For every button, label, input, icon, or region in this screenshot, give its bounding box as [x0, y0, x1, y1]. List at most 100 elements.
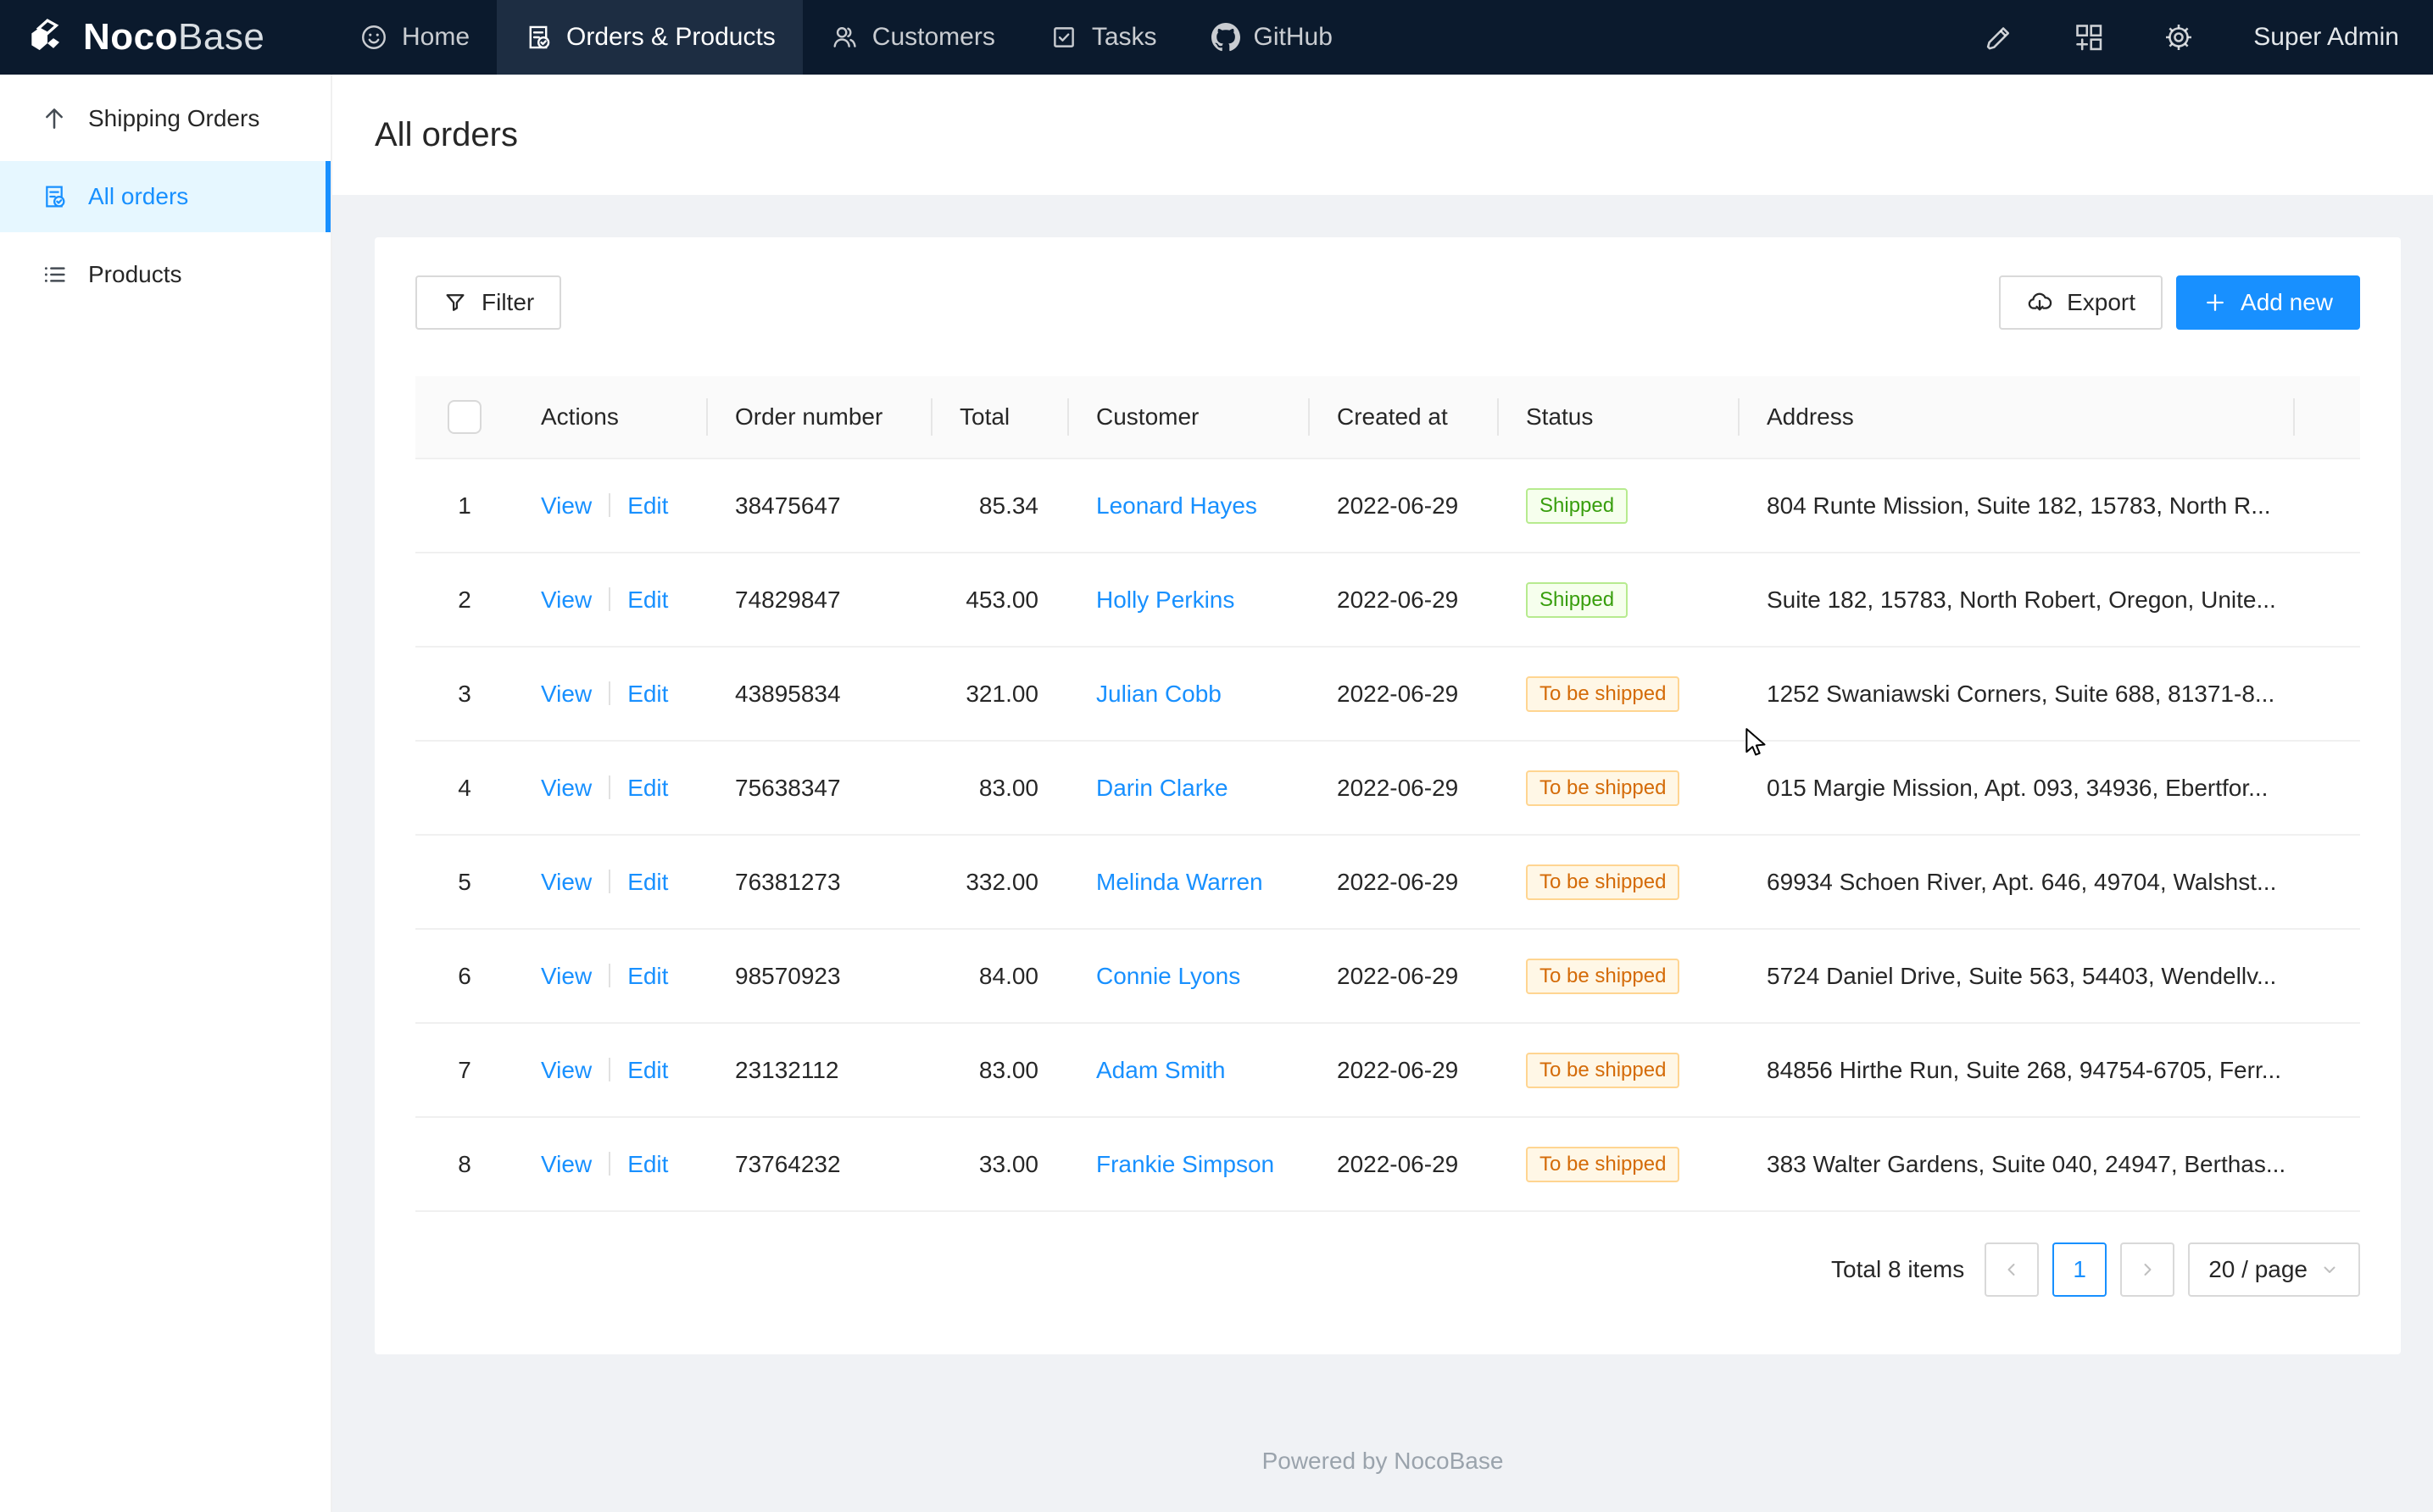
status-tag: To be shipped — [1526, 1053, 1679, 1088]
column-header-total: Total — [933, 376, 1069, 459]
table-row: 8 ViewEdit 73764232 33.00 Frankie Simpso… — [415, 1117, 2360, 1211]
arrow-up-icon — [41, 105, 68, 132]
address-cell: 804 Runte Mission, Suite 182, 15783, Nor… — [1740, 459, 2295, 553]
edit-link[interactable]: Edit — [627, 586, 668, 613]
user-menu[interactable]: Super Admin — [2253, 23, 2399, 52]
address-cell: 84856 Hirthe Run, Suite 268, 94754-6705,… — [1740, 1023, 2295, 1117]
table-row: 6 ViewEdit 98570923 84.00 Connie Lyons 2… — [415, 929, 2360, 1023]
view-link[interactable]: View — [541, 586, 592, 613]
view-link[interactable]: View — [541, 492, 592, 519]
customer-cell: Darin Clarke — [1069, 741, 1310, 835]
customer-link[interactable]: Leonard Hayes — [1096, 492, 1257, 519]
row-actions: View Edit — [514, 741, 708, 835]
check-square-icon — [1049, 23, 1078, 52]
table-row: 2 ViewEdit 74829847 453.00 Holly Perkins… — [415, 553, 2360, 647]
row-index: 2 — [415, 553, 514, 647]
nocobase-logo-icon — [24, 14, 71, 61]
view-link[interactable]: View — [541, 963, 592, 989]
smile-icon — [359, 23, 388, 52]
created-at-cell: 2022-06-29 — [1310, 647, 1499, 741]
column-header-actions: Actions — [514, 376, 708, 459]
nav-item-github[interactable]: GitHub — [1184, 0, 1360, 75]
column-header-status: Status — [1499, 376, 1740, 459]
sidebar: Shipping Orders All orders Produ — [0, 75, 332, 1512]
sidebar-item-products[interactable]: Products — [0, 239, 331, 310]
column-header-customer: Customer — [1069, 376, 1310, 459]
nav-item-tasks[interactable]: Tasks — [1022, 0, 1184, 75]
nav-item-customers[interactable]: Customers — [803, 0, 1022, 75]
customer-link[interactable]: Julian Cobb — [1096, 681, 1222, 707]
topbar: NocoBase Home Orders & Produ — [0, 0, 2433, 75]
row-index: 1 — [415, 459, 514, 553]
column-header-address: Address — [1740, 376, 2295, 459]
pagination: Total 8 items 1 20 / page — [415, 1242, 2360, 1297]
select-all-header — [415, 376, 514, 459]
total-cell: 83.00 — [933, 1023, 1069, 1117]
status-cell: Shipped — [1499, 553, 1740, 647]
gear-icon[interactable] — [2163, 22, 2194, 53]
actions-divider — [609, 870, 610, 893]
nav-item-label: Orders & Products — [566, 23, 776, 52]
customer-cell: Adam Smith — [1069, 1023, 1310, 1117]
address-cell: 5724 Daniel Drive, Suite 563, 54403, Wen… — [1740, 929, 2295, 1023]
view-link[interactable]: View — [541, 1151, 592, 1177]
view-link[interactable]: View — [541, 775, 592, 801]
customer-link[interactable]: Darin Clarke — [1096, 775, 1228, 801]
extra-cell — [2295, 459, 2360, 553]
created-at-cell: 2022-06-29 — [1310, 929, 1499, 1023]
column-header-extra — [2295, 376, 2360, 459]
created-at-cell: 2022-06-29 — [1310, 1117, 1499, 1211]
prev-page-button[interactable] — [1985, 1242, 2039, 1297]
pagination-total: Total 8 items — [1831, 1256, 1964, 1283]
sidebar-item-all-orders[interactable]: All orders — [0, 161, 331, 232]
edit-link[interactable]: Edit — [627, 1151, 668, 1177]
export-label: Export — [2067, 289, 2135, 316]
appstore-add-icon[interactable] — [2074, 22, 2104, 53]
order-number-cell: 38475647 — [708, 459, 933, 553]
add-new-button[interactable]: Add new — [2176, 275, 2360, 330]
order-number-cell: 75638347 — [708, 741, 933, 835]
extra-cell — [2295, 1023, 2360, 1117]
sidebar-item-shipping-orders[interactable]: Shipping Orders — [0, 83, 331, 154]
view-link[interactable]: View — [541, 681, 592, 707]
view-link[interactable]: View — [541, 869, 592, 895]
customer-cell: Holly Perkins — [1069, 553, 1310, 647]
filter-button[interactable]: Filter — [415, 275, 561, 330]
order-number-cell: 74829847 — [708, 553, 933, 647]
page-size-select[interactable]: 20 / page — [2188, 1242, 2360, 1297]
customer-link[interactable]: Adam Smith — [1096, 1057, 1226, 1083]
actions-divider — [609, 681, 610, 705]
page-1-button[interactable]: 1 — [2052, 1242, 2107, 1297]
actions-divider — [609, 775, 610, 799]
edit-link[interactable]: Edit — [627, 869, 668, 895]
total-cell: 84.00 — [933, 929, 1069, 1023]
table-row: 4 ViewEdit 75638347 83.00 Darin Clarke 2… — [415, 741, 2360, 835]
edit-link[interactable]: Edit — [627, 492, 668, 519]
status-tag: Shipped — [1526, 488, 1628, 524]
row-index: 6 — [415, 929, 514, 1023]
column-header-created-at: Created at — [1310, 376, 1499, 459]
table-row: 3 ViewEdit 43895834 321.00 Julian Cobb 2… — [415, 647, 2360, 741]
edit-link[interactable]: Edit — [627, 681, 668, 707]
nav-item-orders-products[interactable]: Orders & Products — [497, 0, 803, 75]
status-cell: To be shipped — [1499, 647, 1740, 741]
status-cell: To be shipped — [1499, 1117, 1740, 1211]
customer-link[interactable]: Frankie Simpson — [1096, 1151, 1274, 1177]
edit-link[interactable]: Edit — [627, 775, 668, 801]
table-header-row: Actions Order number Total Customer Crea… — [415, 376, 2360, 459]
customer-link[interactable]: Melinda Warren — [1096, 869, 1263, 895]
nav-item-home[interactable]: Home — [332, 0, 497, 75]
actions-divider — [609, 493, 610, 517]
edit-link[interactable]: Edit — [627, 963, 668, 989]
next-page-button[interactable] — [2120, 1242, 2174, 1297]
edit-link[interactable]: Edit — [627, 1057, 668, 1083]
address-cell: Suite 182, 15783, North Robert, Oregon, … — [1740, 553, 2295, 647]
highlighter-icon[interactable] — [1984, 22, 2014, 53]
view-link[interactable]: View — [541, 1057, 592, 1083]
extra-cell — [2295, 929, 2360, 1023]
actions-divider — [609, 964, 610, 987]
select-all-checkbox[interactable] — [448, 400, 482, 434]
export-button[interactable]: Export — [1999, 275, 2163, 330]
customer-link[interactable]: Connie Lyons — [1096, 963, 1240, 989]
customer-link[interactable]: Holly Perkins — [1096, 586, 1234, 613]
